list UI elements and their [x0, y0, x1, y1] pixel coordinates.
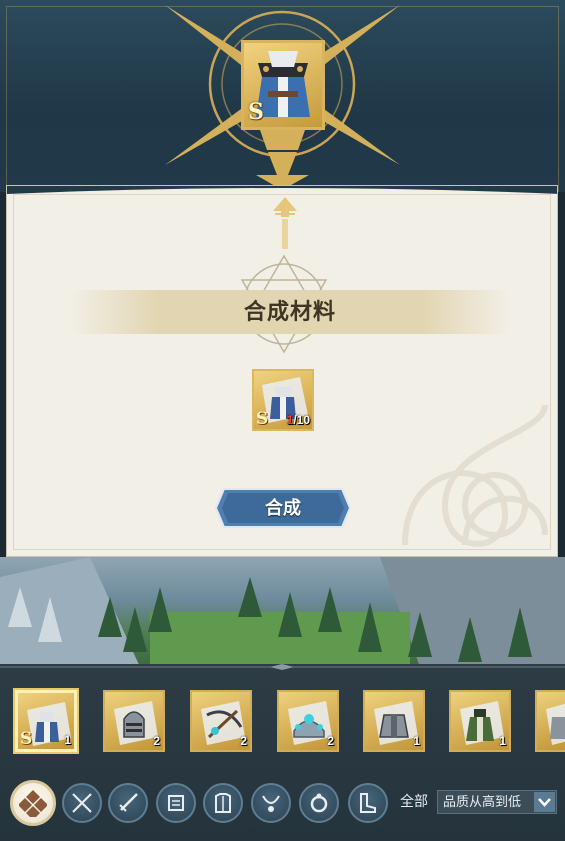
filter-armor-button[interactable] — [203, 783, 243, 823]
inventory-item-4[interactable]: 2 — [277, 690, 339, 752]
filter-sword-button[interactable] — [108, 783, 148, 823]
filter-dual-weapon-button[interactable] — [62, 783, 102, 823]
armor-partial-icon — [546, 703, 565, 745]
upgrade-arrow-icon — [273, 197, 297, 249]
bar-divider — [0, 664, 565, 670]
result-banner: S — [0, 0, 565, 192]
result-item-slot[interactable]: S — [241, 40, 325, 130]
background-landscape — [0, 557, 565, 667]
all-diamond-icon — [19, 790, 47, 817]
forest-scenery — [0, 557, 565, 667]
inventory-item-qty: 2 — [327, 734, 334, 748]
materials-title-band: 合成材料 — [70, 290, 510, 334]
filter-boots-button[interactable] — [348, 783, 388, 823]
filter-ring-button[interactable] — [299, 783, 339, 823]
scroll-icon — [168, 795, 184, 811]
material-item-slot[interactable]: S 1/10 — [252, 369, 314, 431]
inventory-item-qty: 2 — [153, 734, 160, 748]
inventory-item-6[interactable]: 1 — [449, 690, 511, 752]
inventory-item-5[interactable]: 1 — [363, 690, 425, 752]
material-grade-badge: S — [256, 409, 269, 429]
sword-icon — [119, 793, 138, 812]
chest-armor-icon — [215, 793, 231, 813]
celtic-knot-decoration — [402, 404, 548, 547]
filter-all-button[interactable] — [10, 780, 56, 826]
sort-dropdown[interactable]: 品质从高到低 — [437, 790, 557, 814]
result-grade-badge: S — [248, 99, 264, 125]
inventory-item-1[interactable]: S 1 — [15, 690, 77, 752]
inventory-item-qty: 2 — [240, 734, 247, 748]
inventory-item-grade: S — [20, 729, 33, 749]
compose-button-label: 合成 — [265, 498, 301, 518]
inventory-item-qty: 1 — [499, 734, 506, 748]
material-need-count: /10 — [293, 413, 310, 427]
materials-title: 合成材料 — [243, 299, 336, 324]
filter-scroll-button[interactable] — [156, 783, 196, 823]
inventory-item-2[interactable]: 2 — [103, 690, 165, 752]
boots-icon — [360, 793, 376, 813]
compose-button[interactable]: 合成 — [214, 487, 352, 529]
inventory-item-qty: 1 — [64, 733, 71, 747]
inventory-item-3[interactable]: 2 — [190, 690, 252, 752]
chevron-down-icon — [534, 792, 555, 812]
sort-selected-value: 品质从高到低 — [443, 794, 522, 809]
necklace-icon — [262, 795, 280, 812]
inventory-item-qty: 1 — [413, 734, 420, 748]
ring-icon — [310, 793, 328, 813]
filter-necklace-button[interactable] — [251, 783, 291, 823]
inventory-item-7[interactable] — [535, 690, 565, 752]
material-count: 1/10 — [287, 413, 310, 427]
crossed-swords-icon — [72, 793, 92, 813]
filter-all-label[interactable]: 全部 — [400, 791, 428, 811]
